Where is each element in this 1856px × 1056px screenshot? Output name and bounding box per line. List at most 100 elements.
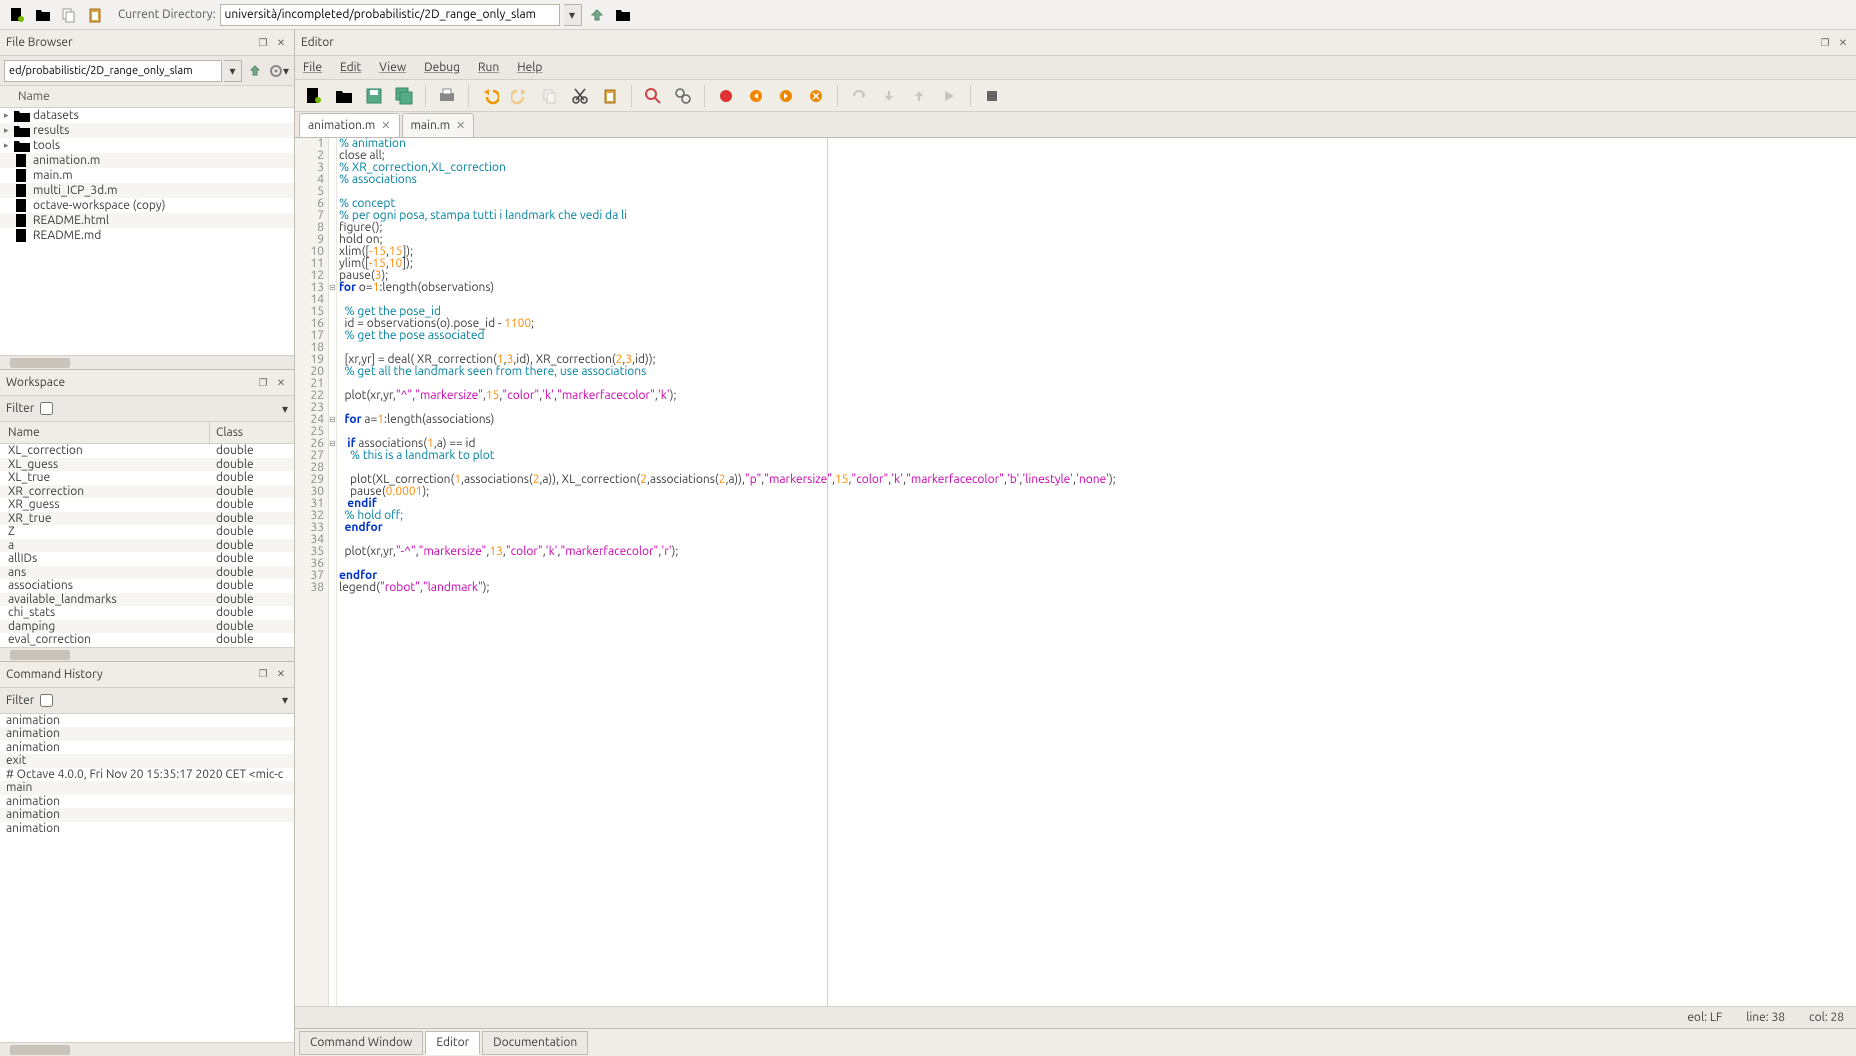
breakpoint-next-icon[interactable]	[775, 85, 797, 107]
ws-row[interactable]: adouble	[0, 539, 294, 553]
filter-checkbox[interactable]	[40, 694, 53, 707]
history-row[interactable]: animation	[0, 727, 294, 741]
fb-dropdown-icon[interactable]: ▾	[224, 60, 242, 82]
ws-row[interactable]: Zdouble	[0, 525, 294, 539]
filter-dropdown-icon[interactable]: ▾	[282, 402, 288, 416]
breakpoint-icon[interactable]	[715, 85, 737, 107]
cut-icon[interactable]	[569, 85, 591, 107]
menu-edit[interactable]: Edit	[340, 61, 361, 74]
file-tree[interactable]: ▸datasets▸results▸toolsanimation.mmain.m…	[0, 108, 294, 355]
history-row[interactable]: animation	[0, 741, 294, 755]
bottom-tab-command-window[interactable]: Command Window	[299, 1031, 423, 1055]
history-row[interactable]: animation	[0, 714, 294, 728]
tree-row[interactable]: README.md	[0, 228, 294, 243]
dir-dropdown-icon[interactable]: ▾	[564, 4, 582, 26]
menu-file[interactable]: File	[303, 61, 322, 74]
file-browser-scrollbar[interactable]	[0, 355, 294, 369]
history-rows[interactable]: animationanimationanimationexit# Octave …	[0, 714, 294, 1043]
print-icon[interactable]	[436, 85, 458, 107]
workspace-rows[interactable]: XL_correctiondoubleXL_guessdoubleXL_true…	[0, 444, 294, 647]
tree-row[interactable]: ▸results	[0, 123, 294, 138]
bottom-tab-documentation[interactable]: Documentation	[482, 1031, 588, 1055]
filter-dropdown-icon[interactable]: ▾	[282, 693, 288, 707]
ws-row[interactable]: chi_statsdouble	[0, 606, 294, 620]
menu-debug[interactable]: Debug	[424, 61, 460, 74]
tree-row[interactable]: README.html	[0, 213, 294, 228]
panel-close-icon[interactable]: ✕	[1836, 36, 1850, 50]
tab-close-icon[interactable]: ✕	[456, 119, 465, 132]
ws-row[interactable]: eval_correctiondouble	[0, 633, 294, 647]
panel-restore-icon[interactable]: ❐	[256, 376, 270, 390]
continue-icon[interactable]	[938, 85, 960, 107]
ws-row[interactable]: available_landmarksdouble	[0, 593, 294, 607]
panel-restore-icon[interactable]: ❐	[256, 667, 270, 681]
redo-icon[interactable]	[509, 85, 531, 107]
panel-restore-icon[interactable]: ❐	[1818, 36, 1832, 50]
panel-restore-icon[interactable]: ❐	[256, 36, 270, 50]
step-over-icon[interactable]	[848, 85, 870, 107]
dir-up-icon[interactable]	[586, 4, 608, 26]
history-row[interactable]: animation	[0, 795, 294, 809]
editor-tab[interactable]: animation.m✕	[299, 113, 400, 137]
ws-col-class[interactable]: Class	[210, 422, 294, 443]
breakpoint-clear-icon[interactable]	[805, 85, 827, 107]
panel-close-icon[interactable]: ✕	[274, 36, 288, 50]
editor-tab[interactable]: main.m✕	[402, 113, 475, 137]
open-folder-icon[interactable]	[32, 4, 54, 26]
undo-icon[interactable]	[479, 85, 501, 107]
ws-row[interactable]: XR_correctiondouble	[0, 485, 294, 499]
ws-row[interactable]: ansdouble	[0, 566, 294, 580]
tree-row[interactable]: ▸datasets	[0, 108, 294, 123]
history-row[interactable]: animation	[0, 808, 294, 822]
save-icon[interactable]	[363, 85, 385, 107]
save-all-icon[interactable]	[393, 85, 415, 107]
history-row[interactable]: main	[0, 781, 294, 795]
new-file-icon[interactable]	[303, 85, 325, 107]
tree-row[interactable]: octave-workspace (copy)	[0, 198, 294, 213]
tree-row[interactable]: ▸tools	[0, 138, 294, 153]
ws-col-name[interactable]: Name	[0, 422, 210, 443]
ws-row[interactable]: XL_correctiondouble	[0, 444, 294, 458]
fb-up-icon[interactable]	[244, 60, 266, 82]
breakpoint-prev-icon[interactable]	[745, 85, 767, 107]
menu-help[interactable]: Help	[517, 61, 542, 74]
history-row[interactable]: animation	[0, 822, 294, 836]
history-row[interactable]: exit	[0, 754, 294, 768]
stop-icon[interactable]	[981, 85, 1003, 107]
ws-row[interactable]: XR_guessdouble	[0, 498, 294, 512]
file-browser-header[interactable]: Name	[0, 86, 294, 108]
ws-row[interactable]: dampingdouble	[0, 620, 294, 634]
ws-row[interactable]: associationsdouble	[0, 579, 294, 593]
copy-icon[interactable]	[58, 4, 80, 26]
ws-row[interactable]: allIDsdouble	[0, 552, 294, 566]
paste-icon[interactable]	[84, 4, 106, 26]
copy-icon[interactable]	[539, 85, 561, 107]
history-scrollbar[interactable]	[0, 1042, 294, 1056]
menu-view[interactable]: View	[379, 61, 406, 74]
ws-row[interactable]: XL_guessdouble	[0, 458, 294, 472]
filter-checkbox[interactable]	[40, 402, 53, 415]
menu-run[interactable]: Run	[478, 61, 499, 74]
step-in-icon[interactable]	[878, 85, 900, 107]
tab-close-icon[interactable]: ✕	[381, 119, 390, 132]
open-icon[interactable]	[333, 85, 355, 107]
panel-close-icon[interactable]: ✕	[274, 376, 288, 390]
dir-browse-icon[interactable]	[612, 4, 634, 26]
bottom-tab-editor[interactable]: Editor	[425, 1031, 480, 1055]
workspace-scrollbar[interactable]	[0, 647, 294, 661]
history-row[interactable]: # Octave 4.0.0, Fri Nov 20 15:35:17 2020…	[0, 768, 294, 782]
code-area[interactable]: 1234567891011121314151617181920212223242…	[295, 138, 1856, 1006]
tree-row[interactable]: multi_ICP_3d.m	[0, 183, 294, 198]
ws-row[interactable]: XR_truedouble	[0, 512, 294, 526]
dir-input[interactable]	[220, 4, 560, 26]
new-file-icon[interactable]	[6, 4, 28, 26]
file-browser-path-input[interactable]	[4, 60, 222, 82]
ws-row[interactable]: XL_truedouble	[0, 471, 294, 485]
paste-icon[interactable]	[599, 85, 621, 107]
fb-gear-icon[interactable]: ▾	[268, 60, 290, 82]
step-out-icon[interactable]	[908, 85, 930, 107]
find-icon[interactable]	[642, 85, 664, 107]
tree-row[interactable]: main.m	[0, 168, 294, 183]
panel-close-icon[interactable]: ✕	[274, 667, 288, 681]
find-files-icon[interactable]	[672, 85, 694, 107]
